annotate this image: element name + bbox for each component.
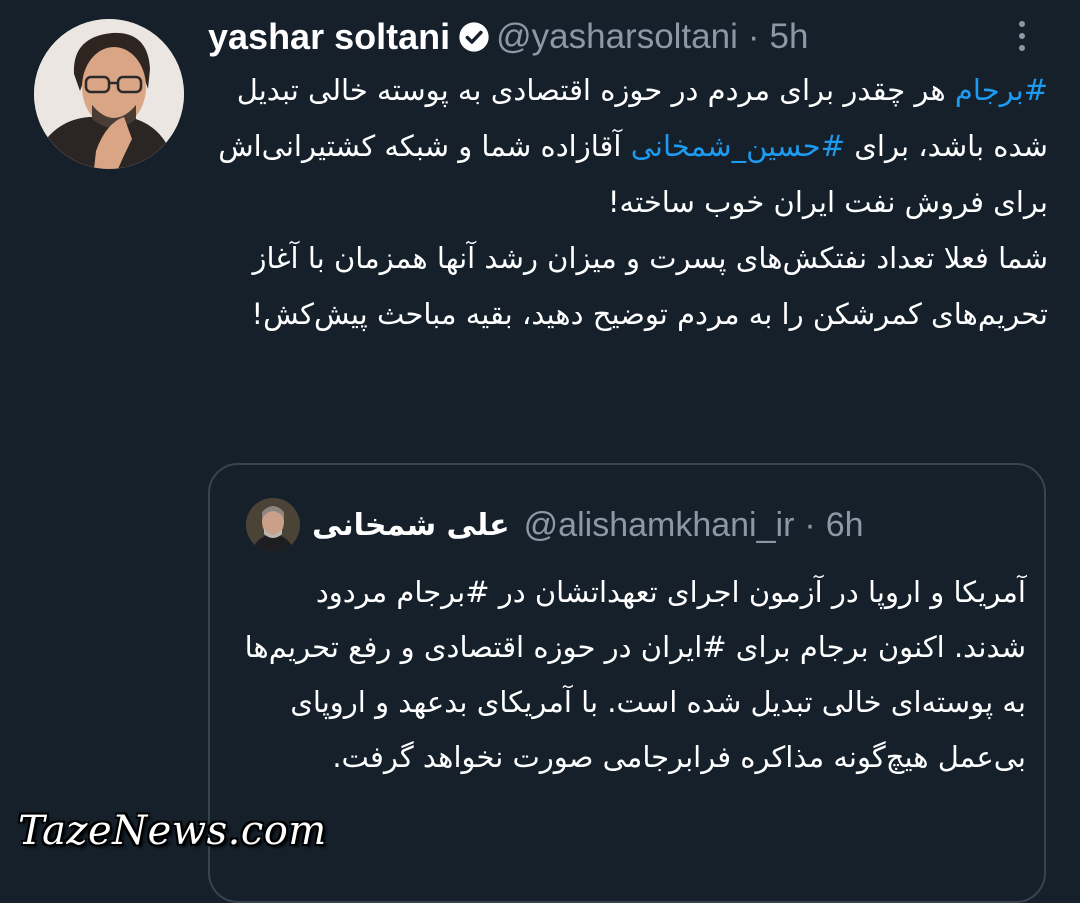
author-avatar-image <box>34 19 184 169</box>
tweet-text: #برجام هر چقدر برای مردم در حوزه اقتصادی… <box>204 62 1048 342</box>
author-handle[interactable]: @yasharsoltani <box>496 17 738 57</box>
quoted-author-avatar[interactable] <box>246 498 300 552</box>
tweet-text-segment: شما فعلا تعداد نفتکش‌های پسرت و میزان رش… <box>251 241 1048 331</box>
separator-dot: · <box>747 17 760 56</box>
quoted-tweet-timestamp[interactable]: 6h <box>826 506 864 545</box>
verified-badge-icon <box>459 22 489 52</box>
hashtag-hossein-shamkhani[interactable]: #حسین_شمخانی <box>631 129 845 163</box>
tweet-timestamp[interactable]: 5h <box>770 17 809 57</box>
tweet-header: yashar soltani @yasharsoltani · 5h <box>208 14 808 60</box>
author-avatar[interactable] <box>34 19 184 169</box>
quoted-tweet-text: آمریکا و اروپا در آزمون اجرای تعهداتشان … <box>244 575 1026 774</box>
more-options-icon[interactable] <box>1010 16 1034 56</box>
quoted-tweet-header: علی شمخانی @alishamkhani_ir · 6h <box>246 497 864 553</box>
author-display-name[interactable]: yashar soltani <box>208 16 450 58</box>
hashtag-barjam[interactable]: #برجام <box>955 73 1048 107</box>
watermark-logo: TazeNews.com <box>18 808 327 854</box>
quoted-separator-dot: · <box>804 505 816 544</box>
quoted-author-handle[interactable]: @alishamkhani_ir <box>524 506 795 545</box>
quoted-author-display-name[interactable]: علی شمخانی <box>312 508 510 543</box>
tweet[interactable]: yashar soltani @yasharsoltani · 5h #برجا… <box>0 0 1080 903</box>
quoted-tweet-card[interactable]: علی شمخانی @alishamkhani_ir · 6h آمریکا … <box>208 463 1046 903</box>
quoted-author-avatar-image <box>246 498 300 552</box>
